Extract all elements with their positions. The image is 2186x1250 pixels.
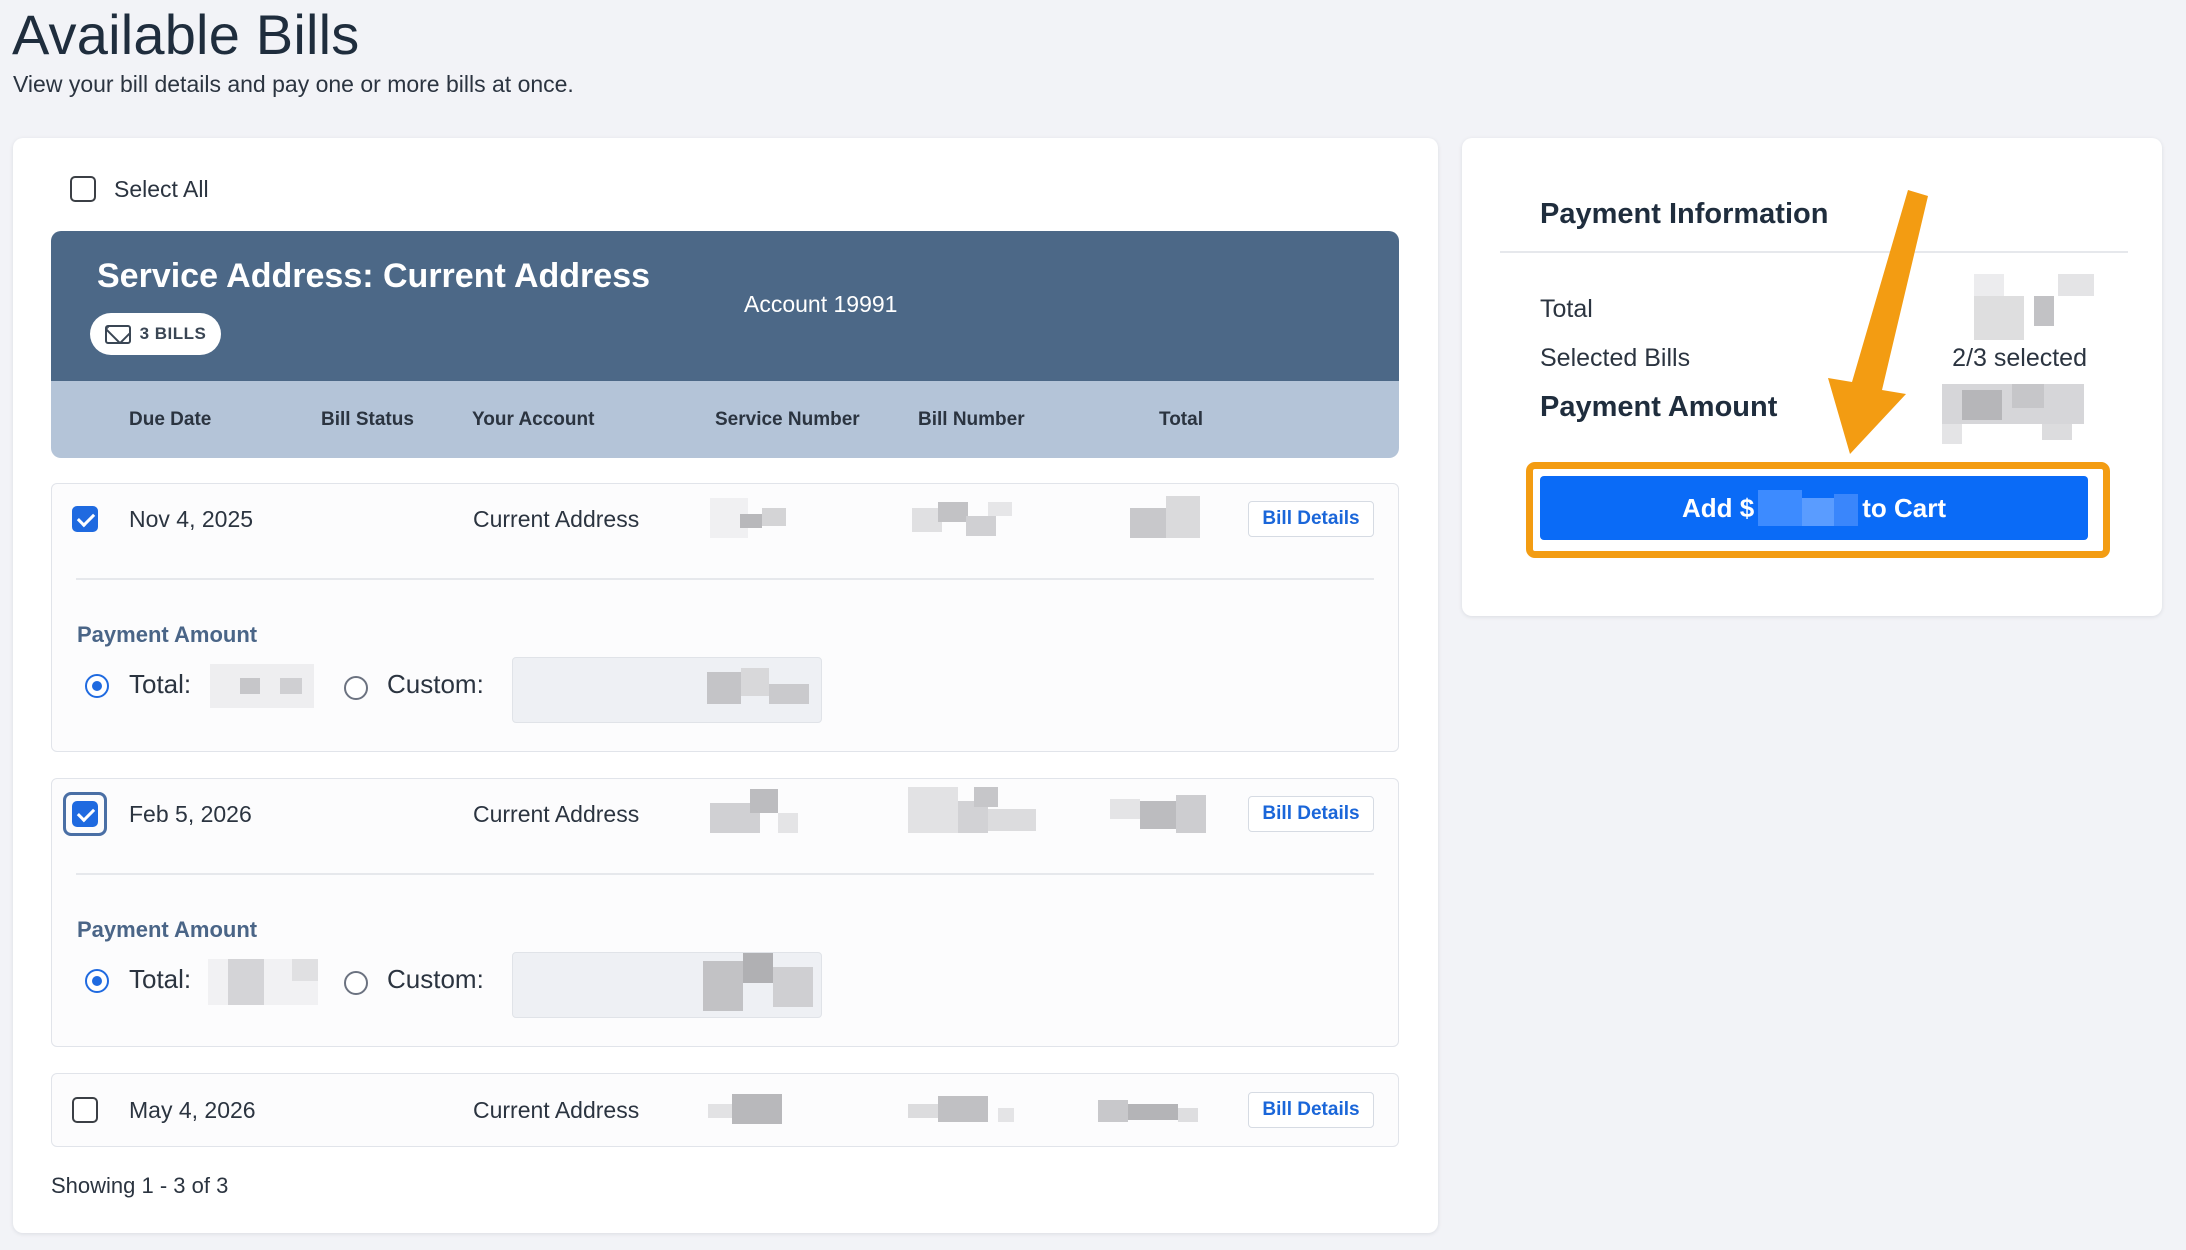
bill-account: Current Address xyxy=(473,506,640,532)
column-header-bar: Due Date Bill Status Your Account Servic… xyxy=(51,381,1399,458)
redacted-total xyxy=(1130,496,1200,538)
pagination-status: Showing 1 - 3 of 3 xyxy=(51,1173,229,1198)
redacted-total xyxy=(1110,795,1206,833)
bill-due-date: Feb 5, 2026 xyxy=(129,801,252,827)
payment-amount-label: Payment Amount xyxy=(77,917,258,942)
bill-details-button[interactable]: Bill Details xyxy=(1248,501,1374,537)
custom-amount-input[interactable] xyxy=(512,657,822,723)
bill-select-checkbox[interactable] xyxy=(72,506,98,532)
redacted-bill-number xyxy=(908,1086,1018,1130)
bills-panel: Select All Service Address: Current Addr… xyxy=(13,138,1438,1233)
redacted-total xyxy=(1098,1086,1198,1130)
bill-due-date: May 4, 2026 xyxy=(129,1097,256,1123)
cart-button-suffix: to Cart xyxy=(1862,492,1946,523)
add-to-cart-button[interactable]: Add $ to Cart xyxy=(1540,476,2088,540)
selected-bills-value: 2/3 selected xyxy=(1952,344,2087,372)
total-radio-label[interactable]: Total: xyxy=(129,964,191,995)
select-all-checkbox[interactable] xyxy=(70,176,96,202)
bill-account: Current Address xyxy=(473,801,640,827)
page-title: Available Bills xyxy=(12,3,360,66)
redacted-total-amount xyxy=(210,664,314,708)
bill-row: Feb 5, 2026 Current Address Bill Details… xyxy=(51,778,1399,1047)
bill-count-badge: 3 BILLS xyxy=(90,313,221,355)
redacted-total-value xyxy=(1974,274,2094,340)
select-all-label[interactable]: Select All xyxy=(114,176,209,203)
bill-row: Nov 4, 2025 Current Address Bill Details… xyxy=(51,483,1399,752)
payment-amount-label: Payment Amount xyxy=(77,622,258,647)
total-radio[interactable] xyxy=(85,674,109,698)
total-radio[interactable] xyxy=(85,969,109,993)
payment-information-title: Payment Information xyxy=(1540,198,1829,230)
redacted-service-number xyxy=(708,1086,782,1130)
column-header-total: Total xyxy=(1159,409,1203,430)
column-header-your-account: Your Account xyxy=(472,409,595,430)
cart-button-prefix: Add $ xyxy=(1681,492,1755,523)
column-header-due-date: Due Date xyxy=(129,409,212,430)
column-header-bill-number: Bill Number xyxy=(918,409,1025,430)
service-address-title: Service Address: Current Address xyxy=(97,257,651,295)
bill-row: May 4, 2026 Current Address Bill Details xyxy=(51,1073,1399,1147)
redacted-bill-number xyxy=(908,787,1036,833)
bill-account: Current Address xyxy=(473,1097,640,1123)
redacted-cart-amount xyxy=(1758,490,1859,526)
mail-icon xyxy=(104,324,131,344)
redacted-bill-number xyxy=(912,498,1012,538)
column-header-service-number: Service Number xyxy=(715,409,860,430)
annotation-arrow-icon xyxy=(1828,190,1928,454)
service-address-header: Service Address: Current Address Account… xyxy=(51,231,1399,381)
total-radio-label[interactable]: Total: xyxy=(129,669,191,700)
redacted-service-number xyxy=(710,498,786,538)
bill-details-button[interactable]: Bill Details xyxy=(1248,1092,1374,1128)
bill-count-text: 3 BILLS xyxy=(139,324,207,343)
column-header-bill-status: Bill Status xyxy=(321,409,414,430)
page-subtitle: View your bill details and pay one or mo… xyxy=(13,71,574,97)
selected-bills-label: Selected Bills xyxy=(1540,344,1691,372)
bill-select-checkbox[interactable] xyxy=(72,1097,98,1123)
custom-amount-input[interactable] xyxy=(512,952,822,1018)
account-number: Account 19991 xyxy=(744,291,898,317)
bill-divider xyxy=(76,873,1374,875)
redacted-payment-amount xyxy=(1942,384,2084,444)
bill-due-date: Nov 4, 2025 xyxy=(129,506,254,532)
bill-divider xyxy=(76,578,1374,580)
custom-radio[interactable] xyxy=(344,971,368,995)
custom-radio[interactable] xyxy=(344,676,368,700)
custom-radio-label[interactable]: Custom: xyxy=(387,669,484,700)
bill-select-checkbox[interactable] xyxy=(72,801,98,827)
total-label: Total xyxy=(1540,295,1593,323)
custom-radio-label[interactable]: Custom: xyxy=(387,964,484,995)
redacted-service-number xyxy=(710,789,798,833)
redacted-total-amount xyxy=(208,959,318,1005)
bill-details-button[interactable]: Bill Details xyxy=(1248,796,1374,832)
payment-amount-label: Payment Amount xyxy=(1540,391,1778,423)
